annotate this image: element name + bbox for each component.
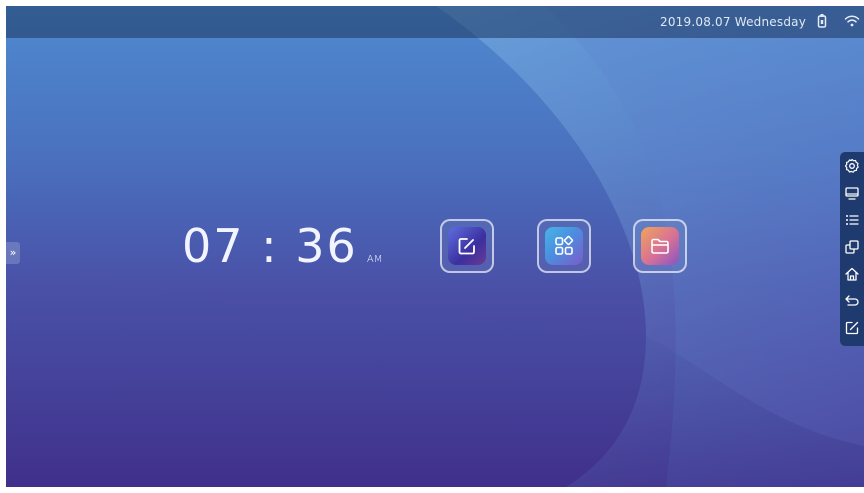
usb-icon: [817, 14, 827, 28]
app-center-button[interactable]: [537, 219, 591, 273]
edit-icon: [458, 238, 475, 255]
date-weekday-text: 2019.08.07 Wednesday: [660, 15, 806, 29]
clock-ampm: AM: [366, 254, 383, 265]
wifi-icon: [844, 15, 860, 27]
side-toolbar: [840, 152, 864, 346]
home-icon[interactable]: [844, 266, 860, 282]
display-icon[interactable]: [844, 185, 860, 201]
app-note-button[interactable]: [440, 219, 494, 273]
app-files-button[interactable]: [633, 219, 687, 273]
background-wave-shapes: [6, 6, 864, 487]
clock: 07 : 36 AM: [182, 219, 382, 273]
back-icon[interactable]: [844, 293, 860, 309]
expand-sidebar-button[interactable]: »: [6, 242, 20, 264]
annotate-icon[interactable]: [844, 320, 860, 336]
status-bar: 2019.08.07 Wednesday: [6, 6, 864, 38]
double-chevron-right-icon: »: [9, 246, 17, 259]
clock-time: 07 : 36: [182, 219, 358, 273]
list-icon[interactable]: [844, 212, 860, 228]
window-icon[interactable]: [844, 239, 860, 255]
desktop-screen: 2019.08.07 Wednesday » 07 : 36 AM: [6, 6, 864, 487]
grid-icon: [555, 235, 574, 255]
folder-icon: [651, 238, 669, 254]
settings-icon[interactable]: [844, 158, 860, 174]
